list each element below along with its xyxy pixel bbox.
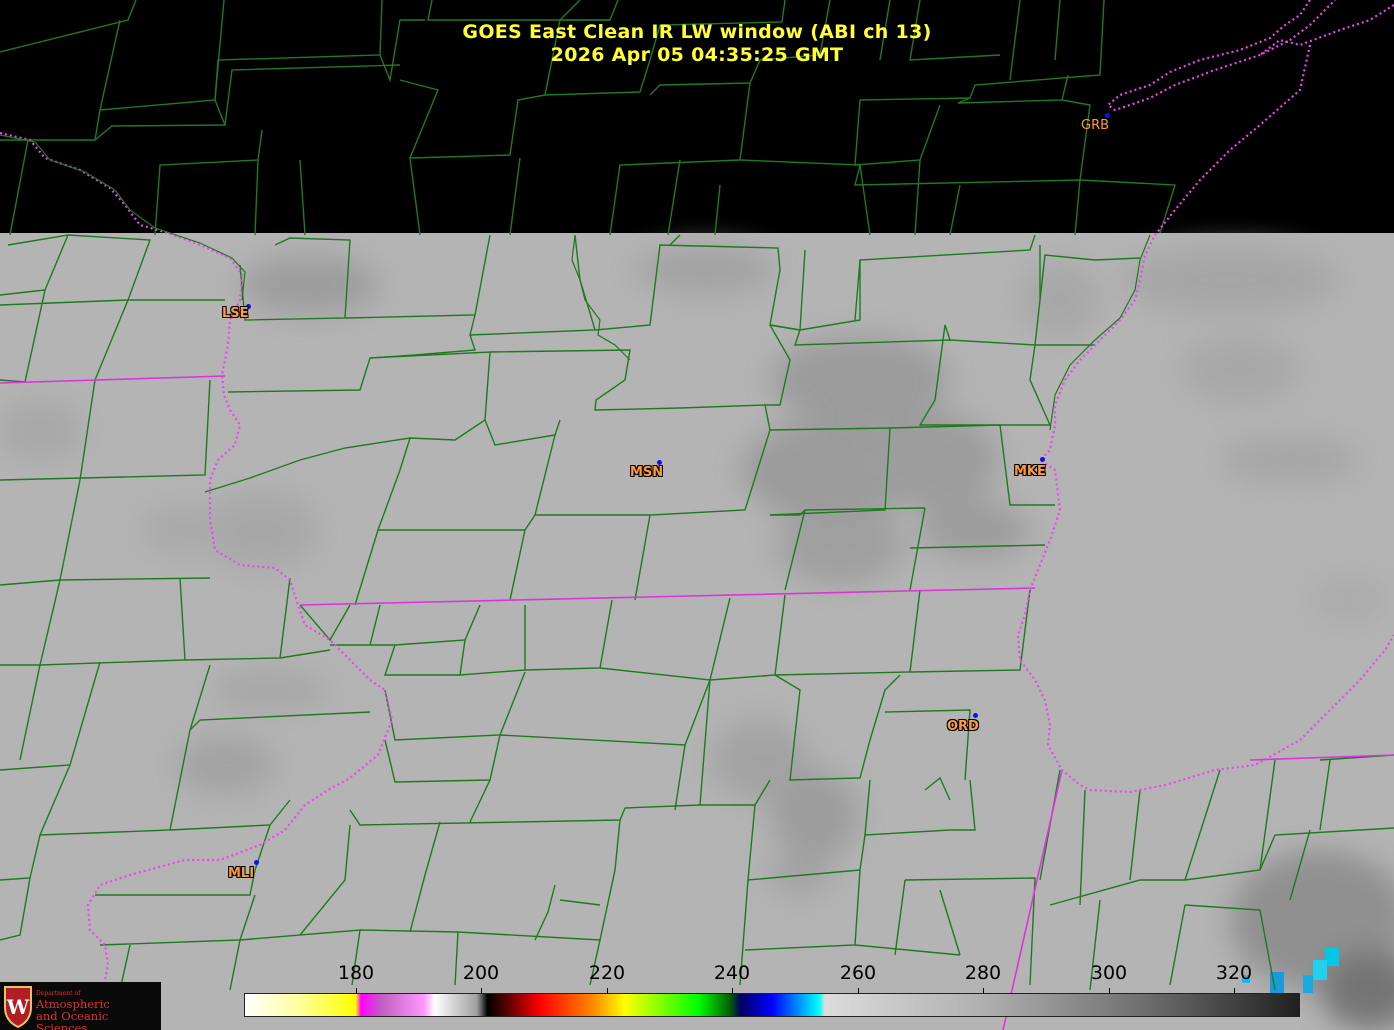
colorbar-tick (481, 988, 482, 994)
image-title-line-2: 2026 Apr 05 04:35:25 GMT (550, 44, 844, 66)
logo-dept-text: Department of (36, 990, 81, 997)
colorbar-tick-label-220: 220 (588, 962, 626, 984)
colorbar-tick (356, 988, 357, 994)
cloud-field (0, 233, 1394, 1030)
station-label-mke: MKE (1014, 464, 1046, 479)
colorbar-tick (1234, 988, 1235, 994)
colorbar-tick-label-180: 180 (337, 962, 375, 984)
colorbar-tick (1109, 988, 1110, 994)
station-label-lse: LSE (222, 306, 249, 321)
satellite-image-viewer: GOES East Clean IR LW window (ABI ch 13)… (0, 0, 1394, 1030)
satellite-map (0, 0, 1394, 1030)
logo-line-2: and Oceanic Sciences (36, 1009, 109, 1030)
station-dot-mli (254, 860, 259, 865)
colorbar-tick (732, 988, 733, 994)
svg-text:W: W (6, 995, 30, 1019)
colorbar-tick-label-200: 200 (462, 962, 500, 984)
colorbar-tick (858, 988, 859, 994)
colorbar-tick-label-300: 300 (1090, 962, 1128, 984)
colorbar-tick-label-320: 320 (1215, 962, 1253, 984)
colorbar-tick-label-260: 260 (839, 962, 877, 984)
station-dot-ord (973, 713, 978, 718)
colorbar-tick (607, 988, 608, 994)
temperature-colorbar (244, 993, 1300, 1017)
station-label-msn: MSN (630, 465, 664, 480)
station-label-grb: GRB (1081, 118, 1110, 133)
colorbar-tick (983, 988, 984, 994)
image-title-line-1: GOES East Clean IR LW window (ABI ch 13) (462, 21, 932, 43)
colorbar-tick-label-280: 280 (964, 962, 1002, 984)
colorbar-tick-label-240: 240 (713, 962, 751, 984)
station-label-ord: ORD (947, 719, 979, 734)
aos-logo: W Department of Atmospheric and Oceanic … (0, 982, 161, 1030)
uw-crest-icon: W (4, 986, 32, 1029)
station-dot-mke (1040, 457, 1045, 462)
station-label-mli: MLI (228, 866, 255, 881)
